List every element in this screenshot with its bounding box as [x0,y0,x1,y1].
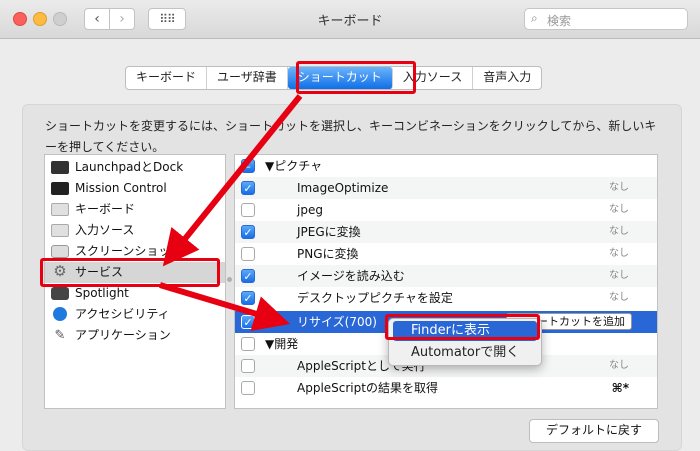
category-keyboard[interactable]: キーボード [45,199,225,220]
category-app-shortcuts[interactable]: ✎ アプリケーション [45,325,225,346]
input-source-icon [51,224,69,237]
tab-keyboard[interactable]: キーボード [126,67,208,89]
shortcut-row[interactable]: AppleScriptの結果を取得 ⌘* [235,377,657,399]
group-checkbox-dev[interactable] [241,337,255,351]
spotlight-icon [51,287,69,300]
search-input[interactable]: ⌕ 検索 [524,8,688,30]
group-row-picture[interactable]: – ▼ピクチャ [235,155,657,177]
split-view-divider[interactable] [227,277,232,282]
search-icon: ⌕ [531,11,538,25]
checkbox[interactable]: ✓ [241,181,255,195]
menu-item-open-in-automator[interactable]: Automatorで開く [393,343,537,363]
category-launchpad-dock[interactable]: LaunchpadとDock [45,157,225,178]
shortcut-row[interactable]: ✓ デスクトップピクチャを設定 なし [235,287,657,309]
shortcut-row[interactable]: PNGに変換 なし [235,243,657,265]
screenshot-icon [51,245,69,258]
mission-control-icon [51,182,69,195]
app-shortcuts-icon: ✎ [54,328,66,343]
highlight-box-shortcuts-tab [296,61,416,94]
checkbox[interactable] [241,359,255,373]
shortcut-row[interactable]: ✓ JPEGに変換 なし [235,221,657,243]
shortcut-list: – ▼ピクチャ ✓ ImageOptimize なし jpeg なし ✓ JPE… [234,154,658,409]
category-mission-control[interactable]: Mission Control [45,178,225,199]
keyboard-icon [51,203,69,216]
category-input-sources[interactable]: 入力ソース [45,220,225,241]
title-bar: ‹ › ⠿⠿ キーボード ⌕ 検索 [0,0,700,39]
tab-dictation[interactable]: 音声入力 [473,67,541,89]
group-checkbox-picture[interactable]: – [241,159,255,173]
restore-defaults-button[interactable]: デフォルトに戻す [529,419,659,443]
tab-user-dictionary[interactable]: ユーザ辞書 [207,67,288,89]
checkbox[interactable]: ✓ [241,225,255,239]
category-accessibility[interactable]: アクセシビリティ [45,304,225,325]
highlight-box-services [40,258,220,287]
checkbox[interactable]: ✓ [241,315,255,329]
shortcut-row[interactable]: ✓ イメージを読み込む なし [235,265,657,287]
checkbox[interactable]: ✓ [241,291,255,305]
shortcut-row[interactable]: jpeg なし [235,199,657,221]
checkbox[interactable] [241,381,255,395]
checkbox[interactable] [241,247,255,261]
accessibility-icon [53,307,67,321]
search-placeholder: 検索 [547,14,572,28]
launchpad-icon [51,161,69,174]
shortcut-row[interactable]: ✓ ImageOptimize なし [235,177,657,199]
checkbox[interactable] [241,203,255,217]
highlight-box-show-in-finder [385,314,540,340]
instruction-text: ショートカットを変更するには、ショートカットを選択し、キーコンビネーションをクリ… [45,119,657,154]
checkbox[interactable]: ✓ [241,269,255,283]
